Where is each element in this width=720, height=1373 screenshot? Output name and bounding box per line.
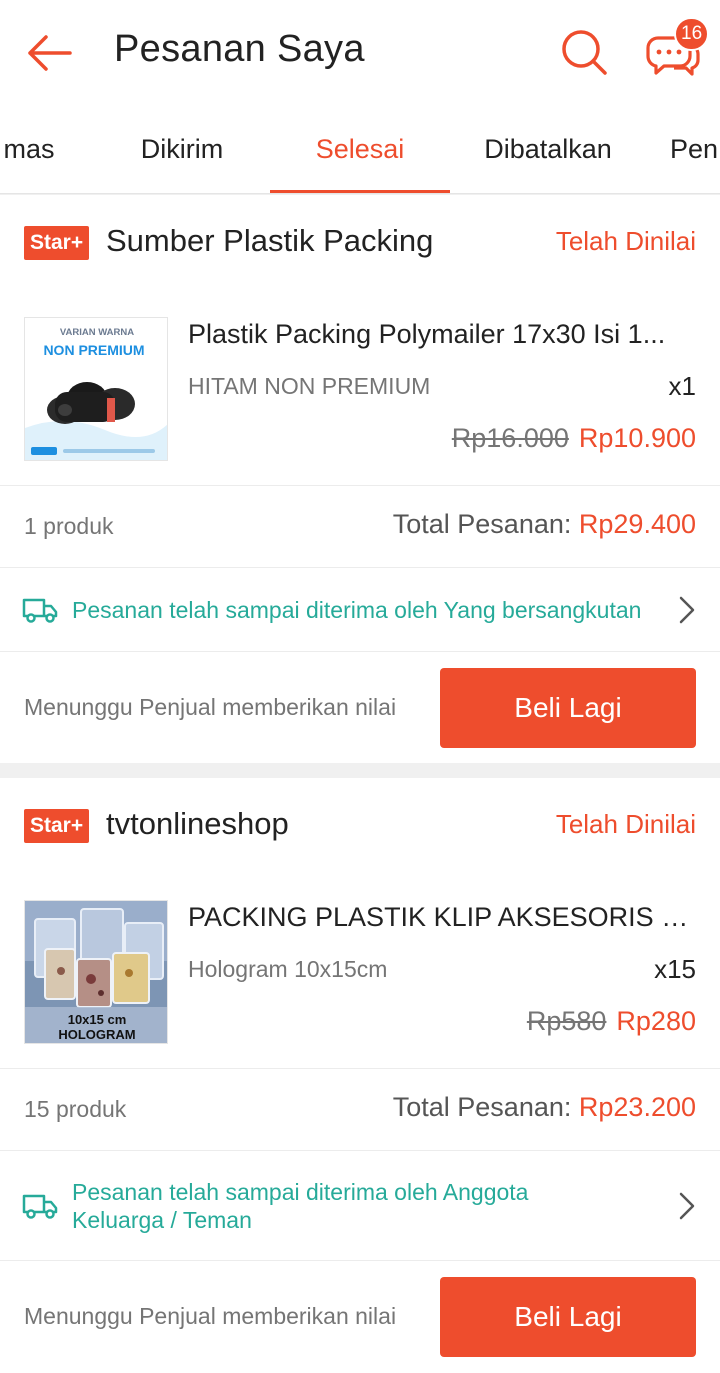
order-total-row: 15 produk Total Pesanan: Rp23.200 (0, 1068, 720, 1150)
rating-status-text: Menunggu Penjual memberikan nilai (24, 1303, 397, 1329)
product-thumbnail: 10x15 cm HOLOGRAM (24, 900, 168, 1044)
shop-header[interactable]: Star+ Sumber Plastik Packing Telah Dinil… (0, 195, 720, 299)
shop-header[interactable]: Star+ tvtonlineshop Telah Dinilai (0, 778, 720, 882)
delivery-status-row[interactable]: Pesanan telah sampai diterima oleh Yang … (0, 567, 720, 651)
delivery-status-line: Keluarga / Teman (72, 1207, 252, 1233)
star-plus-badge: Star+ (24, 226, 90, 260)
product-price: Rp580 Rp280 (527, 1006, 696, 1037)
delivery-status-text: Pesanan telah sampai diterima oleh Yang … (72, 597, 642, 623)
truck-icon (22, 1194, 58, 1219)
discounted-price: Rp10.900 (578, 423, 696, 453)
product-variant: HITAM NON PREMIUM (188, 373, 431, 399)
product-variant: Hologram 10x15cm (188, 956, 388, 982)
order-status: Telah Dinilai (555, 809, 696, 839)
product-price: Rp16.000 Rp10.900 (452, 423, 696, 454)
buy-again-button[interactable]: Beli Lagi (440, 1277, 696, 1357)
arrow-left-icon (28, 35, 72, 71)
chevron-right-icon (679, 1192, 695, 1220)
product-count: 15 produk (24, 1096, 127, 1122)
total-label: Total Pesanan: (392, 509, 579, 539)
original-price: Rp580 (526, 1006, 607, 1036)
truck-icon (22, 598, 58, 623)
order-status-tabs: mas Dikirim Selesai Dibatalkan Pen (0, 104, 720, 194)
back-button[interactable] (22, 26, 76, 80)
product-item[interactable]: VARIAN WARNA NON PREMIUM Plastik Packing… (0, 299, 720, 485)
chat-unread-badge: 16 (674, 17, 710, 51)
order-card[interactable]: Star+ tvtonlineshop Telah Dinilai 10x15 … (0, 778, 720, 1373)
chevron-right-icon (679, 596, 695, 624)
tab-pengembalian[interactable]: Pen (670, 104, 720, 193)
shop-name[interactable]: Sumber Plastik Packing (106, 223, 433, 259)
delivery-status-text: Pesanan telah sampai diterima oleh Anggo… (72, 1178, 528, 1234)
original-price: Rp16.000 (451, 423, 569, 453)
total-label: Total Pesanan: (392, 1092, 579, 1122)
tab-dikemas[interactable]: mas (0, 104, 64, 193)
rating-status-text: Menunggu Penjual memberikan nilai (24, 694, 397, 720)
svg-text:VARIAN WARNA: VARIAN WARNA (60, 327, 134, 338)
tab-dikirim[interactable]: Dikirim (92, 104, 272, 193)
total-value: Rp29.400 (578, 509, 696, 539)
order-action-row: Menunggu Penjual memberikan nilai Beli L… (0, 1260, 720, 1372)
order-total-row: 1 produk Total Pesanan: Rp29.400 (0, 485, 720, 567)
order-status: Telah Dinilai (555, 226, 696, 256)
svg-text:NON PREMIUM: NON PREMIUM (43, 342, 144, 358)
search-icon (562, 30, 607, 75)
page-title: Pesanan Saya (114, 28, 365, 70)
product-item[interactable]: 10x15 cm HOLOGRAM PACKING PLASTIK KLIP A… (0, 882, 720, 1068)
delivery-status-line: Pesanan telah sampai diterima oleh Anggo… (72, 1179, 529, 1205)
order-card[interactable]: Star+ Sumber Plastik Packing Telah Dinil… (0, 195, 720, 763)
product-quantity: x15 (654, 954, 696, 984)
tab-selesai[interactable]: Selesai (270, 104, 450, 193)
star-plus-badge: Star+ (24, 809, 90, 843)
svg-text:HOLOGRAM: HOLOGRAM (58, 1027, 135, 1042)
discounted-price: Rp280 (616, 1006, 696, 1036)
buy-again-button[interactable]: Beli Lagi (440, 668, 696, 748)
order-total: Total Pesanan: Rp23.200 (393, 1092, 696, 1123)
product-name[interactable]: PACKING PLASTIK KLIP AKSESORIS ZI... (188, 902, 696, 933)
top-app-bar: Pesanan Saya 16 (0, 0, 720, 104)
order-action-row: Menunggu Penjual memberikan nilai Beli L… (0, 651, 720, 763)
tab-dibatalkan[interactable]: Dibatalkan (458, 104, 638, 193)
svg-text:10x15 cm: 10x15 cm (68, 1012, 127, 1027)
active-tab-indicator (270, 190, 450, 193)
search-button[interactable] (556, 24, 612, 80)
total-value: Rp23.200 (578, 1092, 696, 1122)
delivery-status-row[interactable]: Pesanan telah sampai diterima oleh Anggo… (0, 1150, 720, 1260)
product-thumbnail: VARIAN WARNA NON PREMIUM (24, 317, 168, 461)
order-total: Total Pesanan: Rp29.400 (393, 509, 696, 540)
shop-name[interactable]: tvtonlineshop (106, 806, 289, 842)
product-quantity: x1 (668, 371, 696, 401)
product-name[interactable]: Plastik Packing Polymailer 17x30 Isi 1..… (188, 319, 696, 350)
product-count: 1 produk (24, 513, 114, 539)
